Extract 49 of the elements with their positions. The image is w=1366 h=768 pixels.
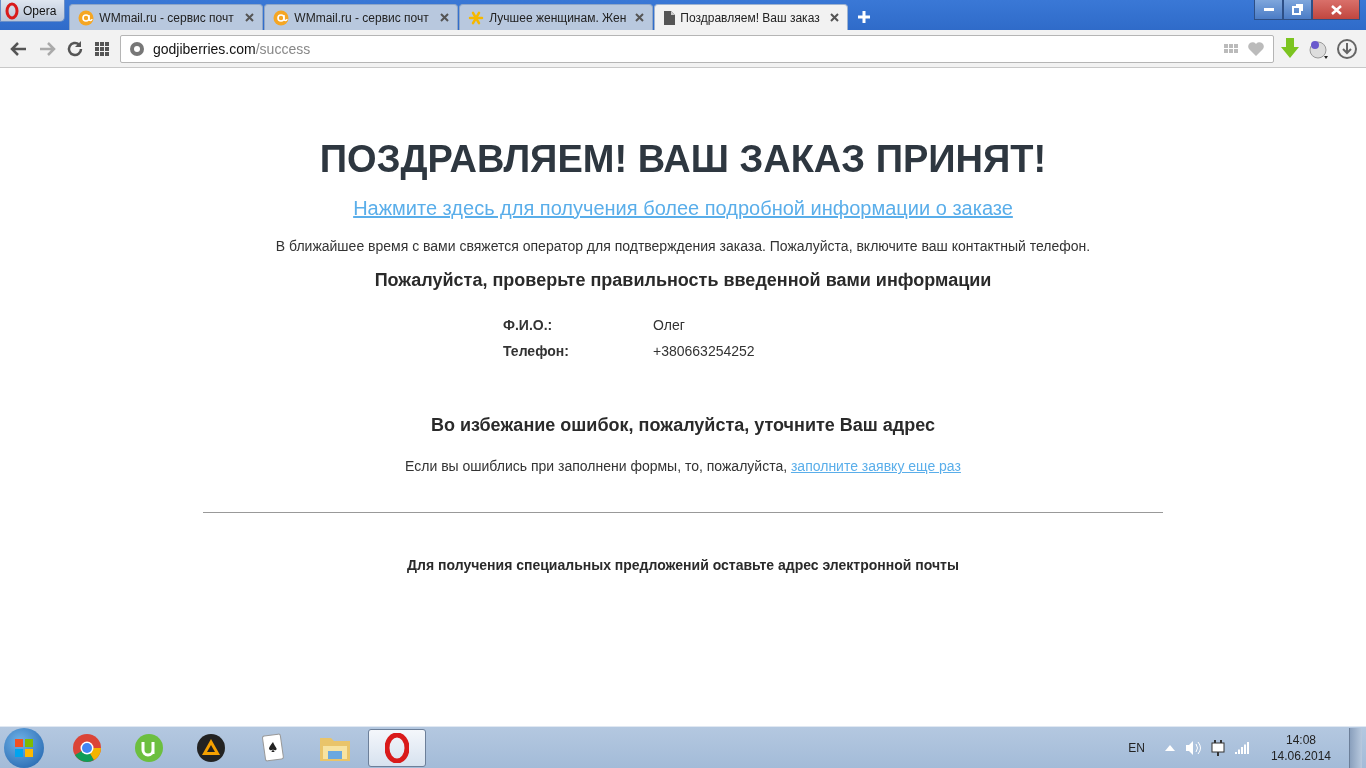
minimize-icon [1263, 7, 1274, 12]
email-heading: Для получения специальных предложений оставьте адрес электронной почты [407, 557, 959, 573]
tab-title: WMmail.ru - сервис почт [99, 10, 235, 25]
section-heading: Пожалуйста, проверьте правильность введенной вами информации [374, 270, 992, 291]
chrome-icon [72, 732, 102, 763]
browser-tab[interactable]: Поздравляем! Ваш заказ [654, 4, 849, 30]
windows-logo-icon [14, 737, 34, 758]
opera-logo-icon [5, 1, 19, 20]
restore-button[interactable] [1283, 0, 1312, 20]
close-icon [1330, 4, 1342, 15]
taskbar-app-button[interactable] [368, 728, 426, 767]
opera-menu-button[interactable]: Opera [0, 0, 66, 22]
field-value: +380663254252 [653, 343, 756, 359]
show-desktop-button[interactable] [1349, 727, 1362, 768]
close-icon[interactable] [635, 13, 645, 22]
notice-text: В ближайшее время с вами свяжется оператор для подтверждения заказа. Пожалуйста, включите ваш контактный телефон. [275, 238, 1091, 254]
field-value: Олег [653, 317, 686, 333]
retry-sentence: Если вы ошиблись при заполнени формы, то, пожалуйста, заполните заявку еще раз [405, 458, 961, 474]
new-tab-icon[interactable] [857, 10, 872, 24]
minimize-button[interactable] [1254, 0, 1283, 20]
sunburst-icon [468, 9, 485, 26]
field-label: Телефон: [503, 343, 570, 359]
url-text: godjiberries.com/success [153, 40, 311, 57]
close-icon[interactable] [830, 13, 840, 22]
opera-logo-icon [385, 732, 409, 763]
download-circle-icon[interactable] [1336, 37, 1358, 60]
power-plug-icon[interactable] [1210, 739, 1225, 756]
close-button[interactable] [1312, 0, 1360, 20]
browser-tab[interactable]: WMmail.ru - сервис почт [69, 4, 264, 30]
field-label: Ф.И.О.: [503, 317, 554, 333]
globe-icon [129, 40, 145, 57]
section-heading: Во избежание ошибок, пожалуйста, уточните Ваш адрес [430, 415, 936, 436]
language-indicator[interactable]: EN [1128, 740, 1145, 755]
browser-tab[interactable]: WMmail.ru - сервис почт [264, 4, 459, 30]
start-button[interactable] [4, 727, 44, 768]
browser-tab[interactable]: Лучшее женщинам. Жен [459, 4, 654, 30]
mu-letter-icon [134, 732, 164, 763]
clock[interactable]: 14:08 14.06.2014 [1270, 731, 1331, 764]
tab-title: WMmail.ru - сервис почт [294, 10, 430, 25]
close-icon[interactable] [245, 13, 255, 22]
tab-title: Поздравляем! Ваш заказ [680, 10, 821, 25]
document-icon [663, 10, 676, 25]
page-heading: ПОЗДРАВЛЯЕМ! ВАШ ЗАКАЗ ПРИНЯТ! [319, 138, 1047, 181]
restore-icon [1292, 4, 1303, 15]
at-sign-icon [78, 9, 95, 26]
at-sign-icon [273, 9, 290, 26]
tab-title: Лучшее женщинам. Жен [489, 10, 628, 25]
playing-cards-icon [260, 732, 286, 763]
close-icon[interactable] [440, 13, 450, 22]
